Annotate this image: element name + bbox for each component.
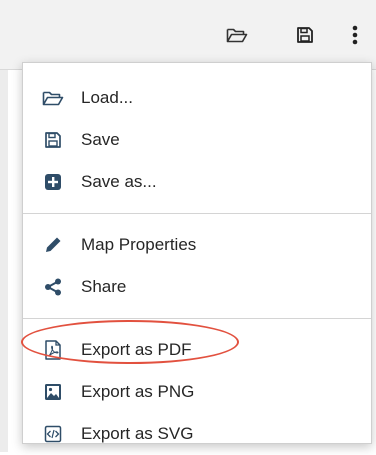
menu-item-export-svg[interactable]: Export as SVG <box>23 413 371 455</box>
folder-open-icon <box>41 86 65 110</box>
pencil-icon <box>41 233 65 257</box>
menu-item-label: Save <box>81 130 120 149</box>
menu-item-label: Export as SVG <box>81 424 194 443</box>
menu-item-label: Load... <box>81 88 133 107</box>
folder-open-icon[interactable] <box>224 22 250 48</box>
menu-item-label: Map Properties <box>81 235 197 254</box>
floppy-disk-icon <box>41 128 65 152</box>
menu-divider <box>23 213 371 214</box>
menu-item-save[interactable]: Save <box>23 119 371 161</box>
menu-item-load[interactable]: Load... <box>23 77 371 119</box>
code-file-icon <box>41 422 65 446</box>
plus-square-icon <box>41 170 65 194</box>
background-panel <box>0 70 8 452</box>
menu-item-label: Export as PNG <box>81 382 195 401</box>
pdf-file-icon <box>41 338 65 362</box>
floppy-disk-icon[interactable] <box>292 22 318 48</box>
menu-item-map-properties[interactable]: Map Properties <box>23 224 371 266</box>
menu-item-export-pdf[interactable]: Export as PDF <box>23 329 371 371</box>
dropdown-menu: Load... Save Save as... Map Properties S… <box>22 62 372 444</box>
menu-divider <box>23 318 371 319</box>
image-file-icon <box>41 380 65 404</box>
menu-item-save-as[interactable]: Save as... <box>23 161 371 203</box>
share-icon <box>41 275 65 299</box>
menu-item-label: Save as... <box>81 172 157 191</box>
menu-item-label: Share <box>81 277 127 296</box>
more-vertical-icon[interactable] <box>342 22 368 48</box>
toolbar <box>0 0 376 70</box>
menu-item-share[interactable]: Share <box>23 266 371 308</box>
menu-item-export-png[interactable]: Export as PNG <box>23 371 371 413</box>
menu-item-label: Export as PDF <box>81 340 192 359</box>
